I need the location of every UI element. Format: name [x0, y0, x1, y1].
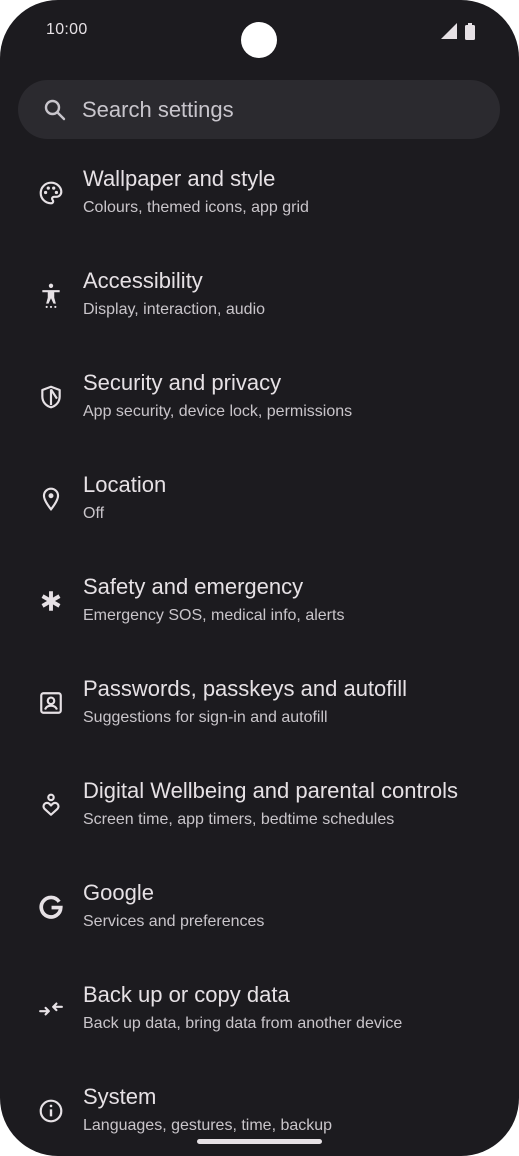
- front-camera: [241, 22, 277, 58]
- setting-title: Location: [83, 472, 167, 497]
- shield-icon: [38, 384, 64, 410]
- setting-wallpaper-and-style[interactable]: Wallpaper and style Colours, themed icon…: [0, 150, 519, 252]
- accessibility-icon: [38, 282, 64, 308]
- setting-digital-wellbeing[interactable]: Digital Wellbeing and parental controls …: [0, 762, 519, 864]
- wellbeing-icon: [38, 792, 64, 818]
- setting-location[interactable]: Location Off: [0, 456, 519, 558]
- search-input[interactable]: [82, 80, 482, 139]
- setting-title: Wallpaper and style: [83, 166, 276, 191]
- status-time: 10:00: [46, 21, 88, 38]
- account-box-icon: [38, 690, 64, 716]
- setting-back-up-or-copy-data[interactable]: Back up or copy data Back up data, bring…: [0, 966, 519, 1068]
- setting-title: Security and privacy: [83, 370, 282, 395]
- setting-subtitle: Screen time, app timers, bedtime schedul…: [83, 811, 395, 828]
- setting-security-and-privacy[interactable]: Security and privacy App security, devic…: [0, 354, 519, 456]
- signal-icon: [441, 23, 457, 39]
- setting-subtitle: Emergency SOS, medical info, alerts: [83, 607, 345, 624]
- setting-title: Google: [83, 880, 154, 905]
- gesture-nav-handle[interactable]: [197, 1139, 322, 1144]
- setting-title: Accessibility: [83, 268, 203, 293]
- setting-passwords-passkeys-autofill[interactable]: Passwords, passkeys and autofill Suggest…: [0, 660, 519, 762]
- setting-subtitle: App security, device lock, permissions: [83, 403, 353, 420]
- setting-title: Back up or copy data: [83, 982, 290, 1007]
- transfer-arrows-icon: [38, 996, 64, 1022]
- setting-title: Safety and emergency: [83, 574, 304, 599]
- setting-subtitle: Back up data, bring data from another de…: [83, 1015, 403, 1032]
- setting-subtitle: Colours, themed icons, app grid: [83, 199, 309, 216]
- google-g-icon: [38, 894, 64, 920]
- setting-title: System: [83, 1084, 157, 1109]
- search-icon: [43, 98, 67, 122]
- location-pin-icon: [38, 486, 64, 512]
- setting-subtitle: Display, interaction, audio: [83, 301, 266, 318]
- settings-list: Wallpaper and style Colours, themed icon…: [0, 150, 519, 1156]
- setting-safety-and-emergency[interactable]: Safety and emergency Emergency SOS, medi…: [0, 558, 519, 660]
- setting-subtitle: Suggestions for sign-in and autofill: [83, 709, 328, 726]
- setting-subtitle: Languages, gestures, time, backup: [83, 1117, 333, 1134]
- status-icons: [441, 22, 475, 40]
- setting-google[interactable]: Google Services and preferences: [0, 864, 519, 966]
- battery-icon: [465, 22, 475, 40]
- setting-title: Passwords, passkeys and autofill: [83, 676, 408, 701]
- setting-accessibility[interactable]: Accessibility Display, interaction, audi…: [0, 252, 519, 354]
- search-bar[interactable]: [18, 80, 500, 139]
- status-bar: 10:00: [0, 0, 519, 62]
- palette-icon: [38, 180, 64, 206]
- setting-subtitle: Off: [83, 505, 105, 522]
- asterisk-icon: [38, 588, 64, 614]
- info-icon: [38, 1098, 64, 1124]
- phone-screen: 10:00 Search settings Wallpaper and styl…: [0, 0, 519, 1156]
- setting-subtitle: Services and preferences: [83, 913, 265, 930]
- setting-title: Digital Wellbeing and parental controls: [83, 778, 459, 803]
